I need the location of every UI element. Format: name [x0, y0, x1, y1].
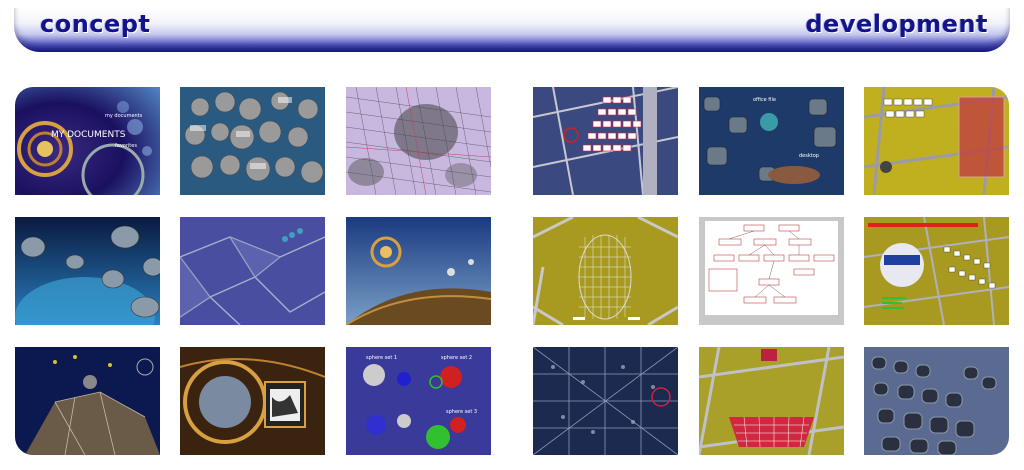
development-thumbnail-8[interactable]	[699, 347, 844, 455]
svg-text:sphere set 1: sphere set 1	[366, 355, 397, 361]
concept-thumbnail-3[interactable]	[346, 87, 491, 195]
concept-thumbnail-4[interactable]	[15, 217, 160, 325]
development-thumbnail-4[interactable]	[533, 217, 678, 325]
development-thumbnail-2[interactable]: office file desktop	[699, 87, 844, 195]
svg-text:sphere set 2: sphere set 2	[441, 355, 472, 361]
concept-thumbnail-2[interactable]	[180, 87, 325, 195]
development-thumbnail-6[interactable]	[864, 217, 1009, 325]
concept-thumbnail-5[interactable]	[180, 217, 325, 325]
concept-title: concept	[40, 10, 151, 38]
svg-text:my documents: my documents	[105, 113, 143, 119]
svg-text:desktop: desktop	[799, 153, 819, 159]
concept-thumbnail-8[interactable]	[180, 347, 325, 455]
development-thumbnail-1[interactable]	[533, 87, 678, 195]
svg-text:favorites: favorites	[115, 143, 137, 149]
concept-thumbnail-6[interactable]	[346, 217, 491, 325]
svg-text:sphere set 3: sphere set 3	[446, 409, 477, 415]
concept-thumbnail-9[interactable]: sphere set 1 sphere set 2 sphere set 3	[346, 347, 491, 455]
concept-thumbnail-7[interactable]	[15, 347, 160, 455]
concept-thumbnail-1[interactable]: MY DOCUMENTS my documents favorites	[15, 87, 160, 195]
svg-text:office file: office file	[753, 97, 776, 103]
development-thumbnail-9[interactable]	[864, 347, 1009, 455]
thumb-text-my-documents: MY DOCUMENTS	[51, 130, 126, 140]
development-title: development	[805, 10, 988, 38]
development-thumbnail-7[interactable]	[533, 347, 678, 455]
development-thumbnail-5[interactable]	[699, 217, 844, 325]
development-thumbnail-3[interactable]	[864, 87, 1009, 195]
